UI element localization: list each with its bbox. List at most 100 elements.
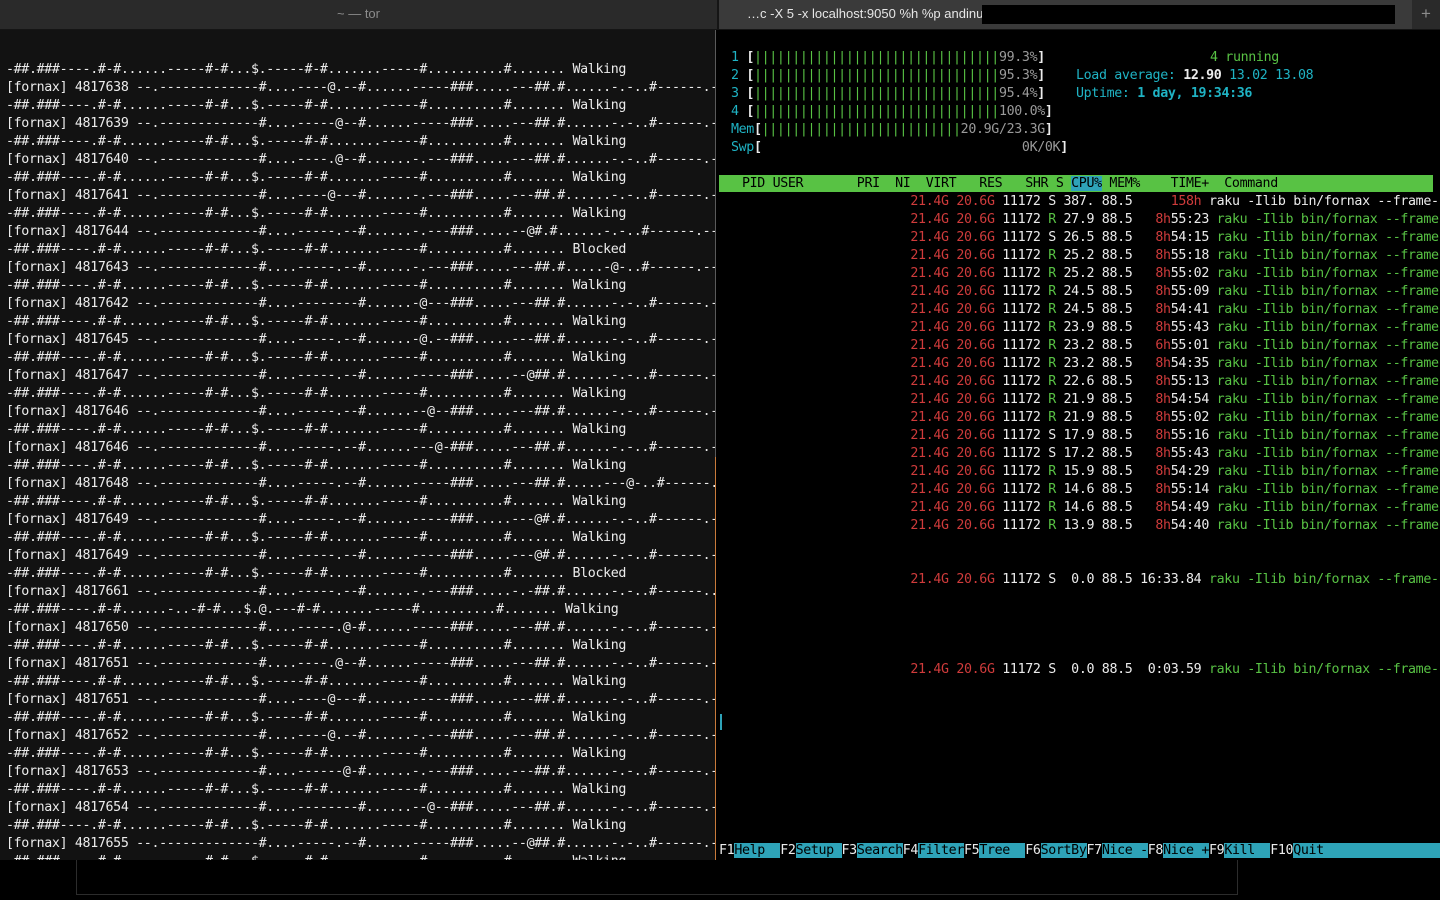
command-name: raku — [1216, 500, 1248, 515]
bracket-open: [ — [746, 68, 754, 83]
shr: 11172 — [1002, 464, 1041, 479]
process-row[interactable]: 21.4G 20.6G 11172 R 21.9 88.5 8h55:02 ra… — [719, 409, 1440, 427]
shr: 11172 — [1002, 248, 1041, 263]
process-row[interactable]: 21.4G 20.6G 11172 R 13.9 88.5 8h54:40 ra… — [719, 517, 1440, 535]
cpu-id: 3 — [731, 86, 739, 101]
time-rest: 54:49 — [1170, 500, 1210, 515]
process-row[interactable]: 21.4G 20.6G 11172 S 17.9 88.5 8h55:16 ra… — [719, 427, 1440, 445]
log-line: -##.###----.#-#......-----#-#...$.-----#… — [6, 638, 627, 653]
process-row[interactable]: 21.4G 20.6G 11172 S 0.0 88.5 16:33.84 ra… — [719, 571, 1440, 589]
fkey-f4[interactable]: F4 — [903, 843, 919, 858]
cpu-pct: 21.9 — [1063, 392, 1095, 407]
log-line: -##.###----.#-#......-----#-#...$.-----#… — [6, 206, 627, 221]
state: R — [1048, 338, 1056, 353]
process-row[interactable]: 21.4G 20.6G 11172 R 25.2 88.5 8h55:02 ra… — [719, 265, 1440, 283]
command-args: -Ilib bin/fornax --frame-rate=12 — [1254, 392, 1440, 407]
fkey-f2[interactable]: F2 — [780, 843, 796, 858]
mem-value: 20.9G/23.3G — [960, 122, 1046, 137]
state: S — [1048, 572, 1056, 587]
process-row[interactable]: 21.4G 20.6G 11172 R 23.2 88.5 6h55:01 ra… — [719, 337, 1440, 355]
shr: 11172 — [1002, 302, 1041, 317]
state: R — [1048, 284, 1056, 299]
cpu-bar: |||||||||||||||||||||||||||||||| — [753, 86, 999, 101]
redacted-region — [982, 5, 1395, 24]
state: R — [1048, 482, 1056, 497]
shr: 11172 — [1002, 482, 1041, 497]
command-name: raku — [1208, 662, 1240, 677]
time-rest: 55:02 — [1170, 410, 1210, 425]
fkey-f9[interactable]: F9 — [1209, 843, 1225, 858]
fkey-f6[interactable]: F6 — [1025, 843, 1041, 858]
fkey-f7[interactable]: F7 — [1087, 843, 1103, 858]
cpu-id: 4 — [731, 104, 739, 119]
command-args: -Ilib bin/fornax --frame-rate=12 — [1254, 464, 1440, 479]
log-line: [fornax] 4817655 --.-------------#....--… — [6, 836, 715, 851]
res: 20.6G — [956, 212, 995, 227]
process-row[interactable]: 21.4G 20.6G 11172 S 26.5 88.5 8h54:15 ra… — [719, 229, 1440, 247]
tab-tor[interactable]: ~ — tor — [0, 0, 717, 29]
fkey-f5[interactable]: F5 — [964, 843, 980, 858]
process-row[interactable]: 21.4G 20.6G 11172 R 14.6 88.5 8h55:14 ra… — [719, 481, 1440, 499]
cpu-pct: 14.6 — [1063, 500, 1095, 515]
res: 20.6G — [956, 662, 995, 677]
mem-pct: 88.5 — [1101, 464, 1133, 479]
process-row[interactable]: 21.4G 20.6G 11172 S 0.0 88.5 0:03.59 rak… — [719, 661, 1440, 679]
fkey-f1[interactable]: F1 — [719, 843, 735, 858]
left-terminal-pane[interactable]: -##.###----.#-#......-----#-#...$.-----#… — [0, 30, 715, 860]
command-name: raku — [1216, 338, 1248, 353]
text-cursor — [720, 714, 722, 730]
virt: 21.4G — [910, 428, 949, 443]
process-row[interactable]: 21.4G 20.6G 11172 R 22.6 88.5 8h55:13 ra… — [719, 373, 1440, 391]
time: 16:33.84 — [1140, 572, 1202, 587]
fkey-label: Setup — [795, 843, 842, 858]
process-row[interactable]: 21.4G 20.6G 11172 S 17.2 88.5 8h55:43 ra… — [719, 445, 1440, 463]
shr: 11172 — [1002, 572, 1041, 587]
cpu-meter: 3 [||||||||||||||||||||||||||||||||95.4%… — [731, 85, 1068, 103]
fkey-f3[interactable]: F3 — [842, 843, 858, 858]
process-table-header[interactable]: PID USER PRI NI VIRT RES SHR S CPU% MEM%… — [719, 175, 1433, 192]
command-name: raku — [1216, 320, 1248, 335]
time-hours: 8h — [1140, 428, 1171, 443]
process-row[interactable]: 21.4G 20.6G 11172 R 15.9 88.5 8h54:29 ra… — [719, 463, 1440, 481]
fornax-log: -##.###----.#-#......-----#-#...$.-----#… — [6, 61, 715, 860]
process-row[interactable]: 21.4G 20.6G 11172 R 23.2 88.5 8h54:35 ra… — [719, 355, 1440, 373]
log-line: -##.###----.#-#......-----#-#...$.-----#… — [6, 170, 627, 185]
process-row[interactable]: 21.4G 20.6G 11172 R 14.6 88.5 8h54:49 ra… — [719, 499, 1440, 517]
virt: 21.4G — [910, 284, 949, 299]
time-rest: 54:35 — [1170, 356, 1210, 371]
process-row[interactable]: 21.4G 20.6G 11172 R 23.9 88.5 8h55:43 ra… — [719, 319, 1440, 337]
bracket-close: ] — [1037, 50, 1045, 65]
cpu-pct: 95.4% — [998, 86, 1038, 101]
process-row[interactable]: 21.4G 20.6G 11172 R 24.5 88.5 8h55:09 ra… — [719, 283, 1440, 301]
process-row[interactable]: 21.4G 20.6G 11172 S 387. 88.5 158h raku … — [719, 193, 1440, 211]
fkey-f10[interactable]: F10 — [1270, 843, 1293, 858]
state: R — [1048, 356, 1056, 371]
res: 20.6G — [956, 302, 995, 317]
cpu-pct: 25.2 — [1063, 266, 1095, 281]
cpu-bar: |||||||||||||||||||||||||||||||| — [753, 104, 999, 119]
time-hours: 8h — [1140, 446, 1171, 461]
res: 20.6G — [956, 194, 995, 209]
bracket-close: ] — [1044, 104, 1053, 119]
res: 20.6G — [956, 464, 995, 479]
process-row[interactable]: 21.4G 20.6G 11172 R 27.9 88.5 8h55:23 ra… — [719, 211, 1440, 229]
time-rest: 55:09 — [1170, 284, 1210, 299]
bracket-open: [ — [753, 140, 762, 155]
process-row[interactable]: 21.4G 20.6G 11172 R 21.9 88.5 8h54:54 ra… — [719, 391, 1440, 409]
time-rest: 55:13 — [1170, 374, 1210, 389]
res: 20.6G — [956, 482, 995, 497]
log-line: [fornax] 4817644 --.-------------#....--… — [6, 224, 715, 239]
mem-pct: 88.5 — [1101, 248, 1133, 263]
process-row[interactable]: 21.4G 20.6G 11172 R 24.5 88.5 8h54:41 ra… — [719, 301, 1440, 319]
command-name: raku — [1208, 572, 1240, 587]
virt: 21.4G — [910, 482, 949, 497]
new-tab-button[interactable]: + — [1412, 0, 1440, 29]
process-row[interactable]: 21.4G 20.6G 11172 R 25.2 88.5 8h55:18 ra… — [719, 247, 1440, 265]
command-args: -Ilib bin/fornax --frame-rate=12 — [1254, 500, 1440, 515]
cpu-pct: 100.0% — [998, 104, 1045, 119]
fkey-f8[interactable]: F8 — [1148, 843, 1164, 858]
swap-label: Swp — [731, 140, 754, 155]
virt: 21.4G — [910, 212, 949, 227]
mem-pct: 88.5 — [1101, 662, 1133, 677]
shr: 11172 — [1002, 284, 1041, 299]
